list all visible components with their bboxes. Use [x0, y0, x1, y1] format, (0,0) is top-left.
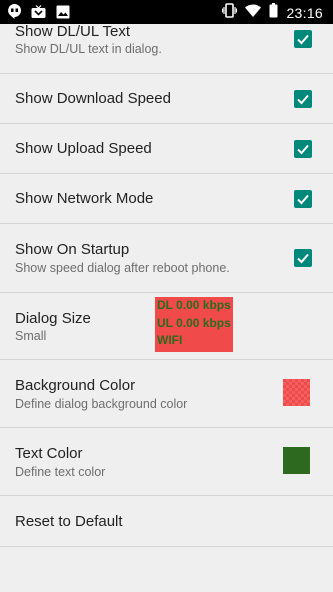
check-icon — [297, 94, 309, 105]
setting-summary: Define dialog background color — [15, 397, 188, 411]
show-download-checkbox[interactable] — [294, 90, 312, 108]
setting-show-network-mode[interactable]: Show Network Mode — [0, 174, 333, 224]
setting-title: Background Color — [15, 377, 136, 394]
setting-title: Show Upload Speed — [15, 140, 152, 157]
preview-upload-text: UL 0.00 kbps — [157, 315, 231, 330]
setting-summary: Show speed dialog after reboot phone. — [15, 261, 230, 275]
setting-title: Show DL/UL Text — [15, 23, 131, 40]
setting-title: Show On Startup — [15, 241, 130, 258]
vibrate-icon — [222, 3, 238, 23]
show-text-checkbox[interactable] — [294, 30, 312, 48]
check-icon — [297, 34, 309, 45]
background-color-swatch[interactable] — [283, 379, 310, 406]
battery-icon — [269, 3, 278, 23]
setting-show-upload-speed[interactable]: Show Upload Speed — [0, 124, 333, 174]
setting-show-download-speed[interactable]: Show Download Speed — [0, 74, 333, 124]
setting-reset-to-default[interactable]: Reset to Default — [0, 496, 333, 547]
setting-show-on-startup[interactable]: Show On Startup Show speed dialog after … — [0, 224, 333, 293]
status-time: 23:16 — [286, 5, 323, 21]
tv-icon — [31, 4, 46, 24]
setting-summary: Small — [15, 329, 47, 343]
status-bar: 23:16 — [0, 0, 333, 24]
setting-summary: Show DL/UL text in dialog. — [15, 42, 162, 56]
setting-title: Show Download Speed — [15, 90, 171, 107]
setting-title: Text Color — [15, 445, 83, 462]
preview-network-text: WIFI — [157, 333, 183, 347]
text-color-swatch[interactable] — [283, 447, 310, 474]
hangouts-icon — [8, 4, 21, 24]
setting-background-color[interactable]: Background Color Define dialog backgroun… — [0, 360, 333, 428]
setting-title: Dialog Size — [15, 310, 91, 327]
preview-download-text: DL 0.00 kbps — [157, 298, 231, 312]
setting-text-color[interactable]: Text Color Define text color — [0, 428, 333, 496]
setting-title: Reset to Default — [15, 513, 123, 530]
check-icon — [297, 194, 309, 205]
show-startup-checkbox[interactable] — [294, 249, 312, 267]
image-icon — [56, 5, 70, 24]
setting-dialog-size[interactable]: Dialog Size Small DL 0.00 kbps UL 0.00 k… — [0, 293, 333, 360]
dialog-preview: DL 0.00 kbps UL 0.00 kbps WIFI — [155, 297, 233, 352]
check-icon — [297, 253, 309, 264]
show-network-checkbox[interactable] — [294, 190, 312, 208]
show-upload-checkbox[interactable] — [294, 140, 312, 158]
settings-list: Show DL/UL Text Show DL/UL text in dialo… — [0, 23, 333, 547]
wifi-icon — [245, 3, 262, 23]
setting-title: Show Network Mode — [15, 190, 154, 207]
check-icon — [297, 144, 309, 155]
setting-show-text[interactable]: Show DL/UL Text Show DL/UL text in dialo… — [0, 23, 333, 74]
setting-summary: Define text color — [15, 465, 106, 479]
